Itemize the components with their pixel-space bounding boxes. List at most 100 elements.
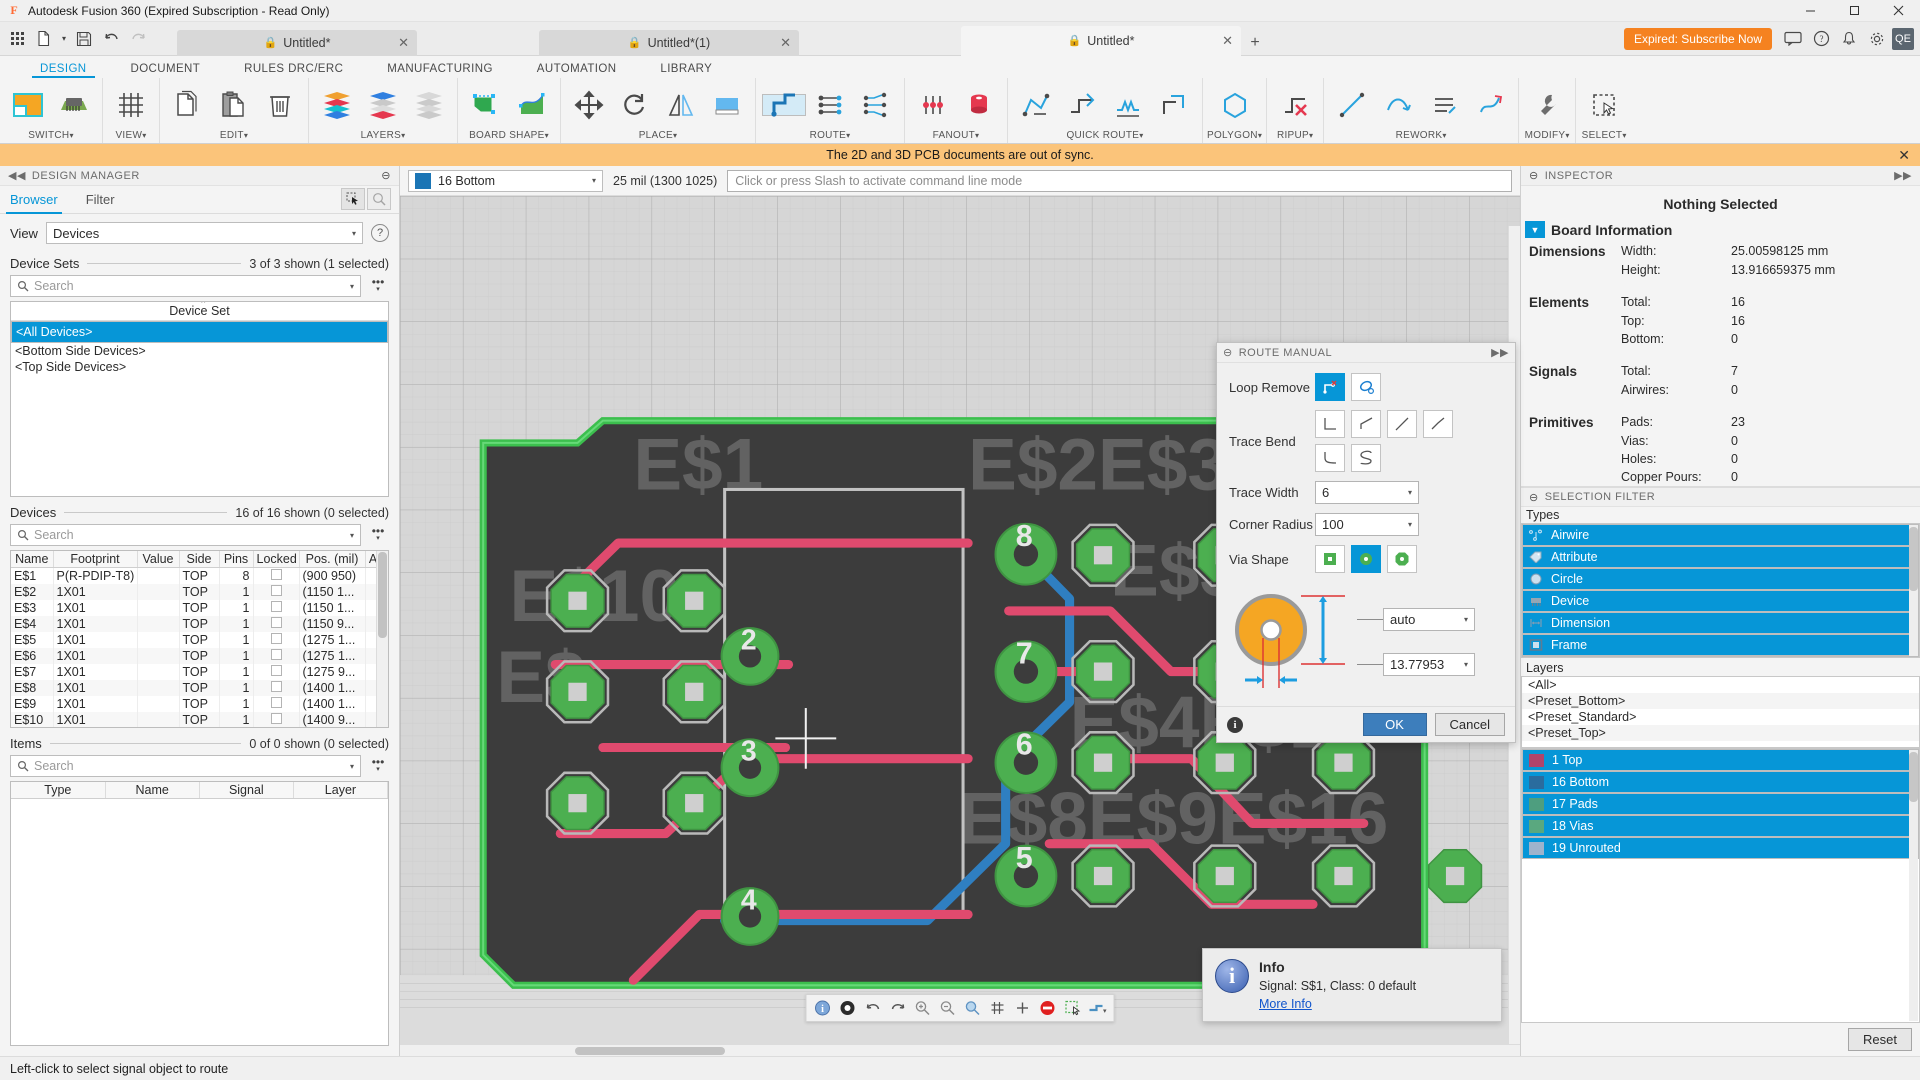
subscribe-button[interactable]: Expired: Subscribe Now [1623, 27, 1772, 50]
delete-trash-icon[interactable] [258, 84, 302, 126]
col-pos[interactable]: Pos. (mil) [299, 551, 366, 568]
selection-filter-type-item[interactable]: Airwire [1522, 524, 1919, 546]
select-marquee-icon[interactable] [1582, 84, 1626, 126]
redo-icon[interactable] [886, 996, 910, 1020]
active-layer-select[interactable]: 16 Bottom ▾ [408, 169, 603, 192]
chat-icon[interactable] [1780, 26, 1806, 52]
visibility-icon[interactable] [836, 996, 860, 1020]
fanout-pin-icon[interactable] [911, 84, 955, 126]
layer-item[interactable]: 17 Pads [1522, 793, 1919, 815]
layer-presets-list[interactable]: <All> <Preset_Bottom> <Preset_Standard> <Pr… [1521, 676, 1920, 748]
table-row[interactable]: E$8 1X01 TOP 1 (1400 1... [11, 680, 376, 696]
polygon-icon[interactable] [1213, 84, 1257, 126]
items-table-container[interactable]: Type Name Signal Layer [10, 781, 389, 1046]
layer-preset-item[interactable]: <Preset_Standard> [1522, 709, 1919, 725]
zoom-fit-icon[interactable] [961, 996, 985, 1020]
layer-item[interactable]: 16 Bottom [1522, 771, 1919, 793]
minimize-button[interactable] [1788, 0, 1832, 22]
route-bus-icon[interactable] [854, 84, 898, 126]
expand-icon[interactable]: ▶▶ [1491, 346, 1509, 359]
locked-checkbox[interactable] [270, 633, 282, 644]
table-row[interactable]: E$1 P(R-PDIP-T8) TOP 8 (900 950) [11, 567, 376, 584]
place-rect-icon[interactable] [705, 84, 749, 126]
info-icon[interactable]: i [811, 996, 835, 1020]
zoom-mode-button[interactable] [367, 188, 391, 210]
ribbon-tab-document[interactable]: DOCUMENT [109, 63, 223, 78]
table-row[interactable]: E$9 1X01 TOP 1 (1400 1... [11, 696, 376, 712]
col-value[interactable]: Value [137, 551, 180, 568]
save-icon[interactable] [71, 26, 97, 52]
layer-item[interactable]: 19 Unrouted [1522, 837, 1919, 859]
copy-icon[interactable] [166, 84, 210, 126]
tab-filter[interactable]: Filter [86, 186, 115, 214]
via-shape-octagon-button[interactable] [1387, 545, 1417, 573]
devices-table[interactable]: ⌃ Name Footprint Value Side Pins Locked P… [11, 551, 376, 727]
zoom-out-icon[interactable] [936, 996, 960, 1020]
bend-s-curve-button[interactable] [1351, 444, 1381, 472]
ribbon-panel-label-place[interactable]: PLACE▾ [639, 130, 678, 143]
select-mode-button[interactable] [341, 188, 365, 210]
layer-stack-icon[interactable] [407, 84, 451, 126]
close-icon[interactable]: ✕ [1898, 147, 1910, 164]
list-item[interactable]: <Bottom Side Devices> [11, 343, 388, 359]
bend-curve-button[interactable] [1315, 444, 1345, 472]
layer-preset-item[interactable]: <Preset_Top> [1522, 725, 1919, 741]
ribbon-panel-label-edit[interactable]: EDIT▾ [220, 130, 248, 143]
via-shape-round-button[interactable] [1351, 545, 1381, 573]
types-list-scrollbar[interactable] [1909, 525, 1918, 656]
collapse-icon[interactable]: ◀◀ [8, 169, 26, 182]
col-name[interactable]: ⌃ Name [11, 551, 54, 568]
reset-button[interactable]: Reset [1848, 1028, 1912, 1051]
ribbon-tab-library[interactable]: LIBRARY [638, 63, 734, 78]
cell-locked[interactable] [253, 648, 300, 664]
device-sets-more-button[interactable]: ••• ▾ [367, 276, 389, 294]
bend-90-degree-button[interactable] [1315, 410, 1345, 438]
items-table[interactable]: Type Name Signal Layer [11, 782, 388, 799]
selection-filter-type-item[interactable]: Device [1522, 590, 1919, 612]
cell-locked[interactable] [253, 600, 300, 616]
ribbon-panel-label-board-shape[interactable]: BOARD SHAPE▾ [469, 130, 549, 143]
new-tab-button[interactable]: + [1243, 30, 1267, 56]
via-diameter-select[interactable]: auto ▾ [1383, 608, 1475, 631]
notifications-bell-icon[interactable] [1836, 26, 1862, 52]
marquee-select-icon[interactable] [1061, 996, 1085, 1020]
loop-remove-off-button[interactable] [1351, 373, 1381, 401]
minimize-panel-icon[interactable]: ⊖ [381, 169, 391, 182]
col-locked[interactable]: Locked [253, 551, 300, 568]
ribbon-panel-label-rework[interactable]: REWORK▾ [1396, 130, 1447, 143]
locked-checkbox[interactable] [270, 617, 282, 628]
trace-width-select[interactable]: 6 ▾ [1315, 481, 1419, 504]
table-row[interactable]: E$5 1X01 TOP 1 (1275 1... [11, 632, 376, 648]
devices-table-scrollbar[interactable] [376, 551, 388, 727]
follow-me-route-icon[interactable] [1060, 84, 1104, 126]
view-select[interactable]: Devices ▾ [45, 222, 363, 244]
ribbon-tab-automation[interactable]: AUTOMATION [515, 63, 639, 78]
optimize-route-icon[interactable] [1468, 84, 1512, 126]
locked-checkbox[interactable] [270, 697, 282, 708]
app-grid-icon[interactable] [4, 26, 30, 52]
close-icon[interactable]: ✕ [780, 35, 791, 51]
table-row[interactable]: E$3 1X01 TOP 1 (1150 1... [11, 600, 376, 616]
col-type[interactable]: Type [11, 782, 106, 799]
table-row[interactable]: E$10 1X01 TOP 1 (1400 9... [11, 712, 376, 727]
document-tab-1[interactable]: 🔒 Untitled* ✕ [177, 29, 417, 56]
new-document-icon[interactable] [31, 26, 57, 52]
layer-preset-item[interactable]: <All> [1522, 677, 1919, 693]
col-layer[interactable]: Layer [293, 782, 388, 799]
cell-locked[interactable] [253, 712, 300, 727]
miter-route-icon[interactable] [1152, 84, 1196, 126]
grid-settings-icon[interactable] [109, 84, 153, 126]
ribbon-panel-label-view[interactable]: VIEW▾ [115, 130, 146, 143]
route-properties-icon[interactable] [1422, 84, 1466, 126]
selection-filter-type-item[interactable]: Circle [1522, 568, 1919, 590]
paste-icon[interactable] [212, 84, 256, 126]
devices-more-button[interactable]: ••• ▾ [367, 525, 389, 543]
layer-item[interactable]: 1 Top [1522, 749, 1919, 771]
col-signal[interactable]: Signal [199, 782, 294, 799]
list-item[interactable]: <All Devices> [11, 321, 388, 343]
split-trace-icon[interactable] [1330, 84, 1374, 126]
board-information-section-header[interactable]: ▼ Board Information [1521, 220, 1920, 242]
cell-locked[interactable] [253, 567, 300, 584]
switch-to-pcb-icon[interactable] [52, 84, 96, 126]
device-sets-search-input[interactable]: Search ▾ [10, 275, 361, 297]
